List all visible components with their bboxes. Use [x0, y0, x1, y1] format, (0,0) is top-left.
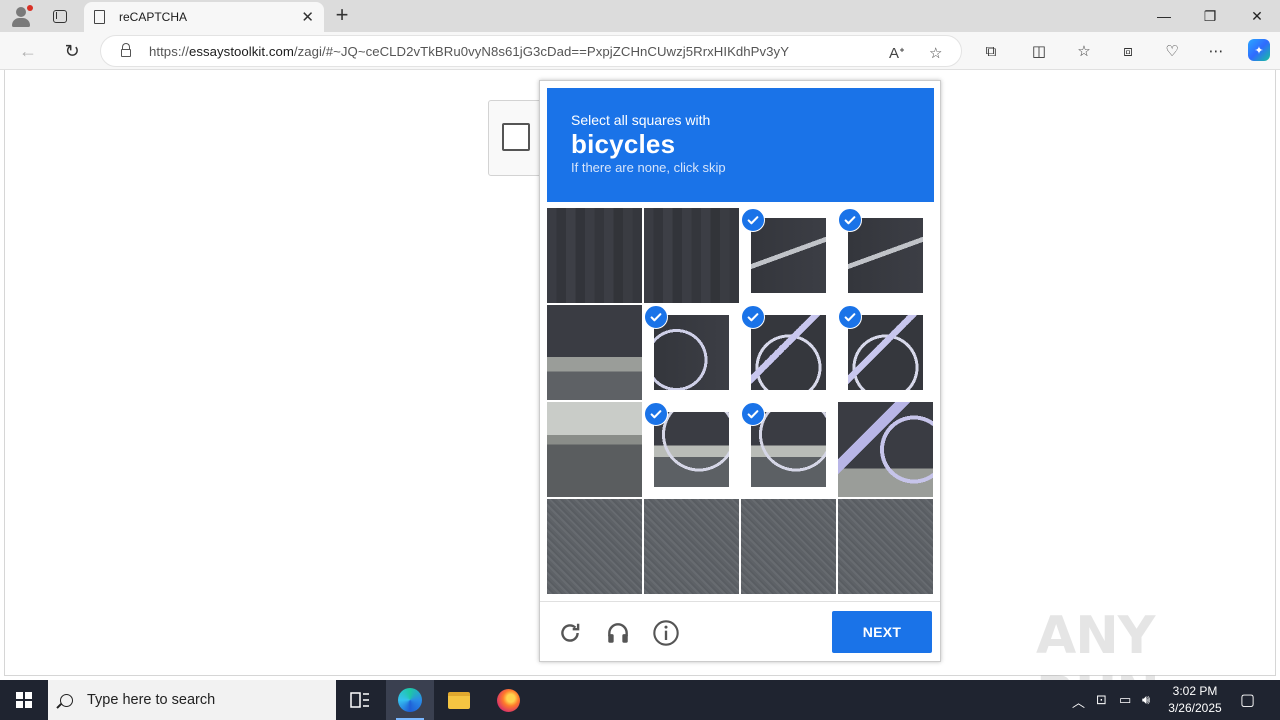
checkmark-icon [741, 402, 765, 426]
tile-image [848, 218, 923, 293]
tile-image [751, 412, 826, 487]
collections-icon[interactable]: ⧈ [1118, 41, 1138, 61]
tab-strip: reCAPTCHA ✕ + — ❐ ✕ [0, 0, 1280, 32]
back-button[interactable]: ← [14, 37, 42, 65]
tile-image [547, 402, 642, 497]
captcha-tile[interactable] [741, 402, 836, 497]
recaptcha-challenge: Select all squares with bicycles If ther… [539, 80, 941, 662]
split-screen-icon[interactable]: ◫ [1029, 41, 1049, 61]
info-icon[interactable] [652, 619, 680, 647]
extensions-icon[interactable]: ⧉ [981, 41, 1001, 61]
checkmark-icon [644, 305, 668, 329]
firefox-icon[interactable] [484, 680, 532, 720]
captcha-tile[interactable] [644, 499, 739, 594]
tile-image [751, 315, 826, 390]
edge-taskbar-icon[interactable] [386, 680, 434, 720]
refresh-button[interactable]: ↻ [58, 37, 86, 65]
address-bar[interactable]: https://essaystoolkit.com/zagi/#~JQ~ceCL… [100, 35, 962, 67]
favorites-icon[interactable]: ☆ [1074, 41, 1094, 61]
page-icon [94, 10, 105, 24]
clock-time: 3:02 PM [1172, 684, 1218, 698]
taskbar: Type here to search ︿ ⊡ ▭ 🔊︎ 3:02 PM 3/2… [0, 680, 1280, 720]
tile-image [654, 315, 729, 390]
checkmark-icon [741, 208, 765, 232]
tab-title: reCAPTCHA [119, 10, 188, 24]
checkmark-icon [838, 208, 862, 232]
more-menu-icon[interactable]: ⋯ [1206, 41, 1226, 61]
tile-image [741, 499, 836, 594]
tile-image [751, 218, 826, 293]
url-text: https://essaystoolkit.com/zagi/#~JQ~ceCL… [149, 43, 790, 59]
restore-button[interactable]: ❐ [1187, 0, 1233, 32]
tab-close-icon[interactable]: ✕ [301, 8, 314, 26]
task-view-icon[interactable] [336, 680, 384, 720]
taskbar-search[interactable]: Type here to search [48, 680, 336, 720]
captcha-tile[interactable] [547, 499, 642, 594]
clock[interactable]: 3:02 PM 3/26/2025 [1160, 683, 1230, 717]
meet-now-icon[interactable]: ⊡ [1096, 692, 1107, 708]
start-button[interactable] [0, 680, 48, 720]
reload-icon[interactable] [556, 619, 584, 647]
captcha-tile[interactable] [741, 499, 836, 594]
captcha-tile[interactable] [547, 402, 642, 497]
close-window-button[interactable]: ✕ [1234, 0, 1280, 32]
clock-date: 3/26/2025 [1168, 701, 1222, 715]
headphones-icon[interactable] [604, 619, 632, 647]
captcha-tile[interactable] [644, 402, 739, 497]
tile-image [838, 402, 933, 497]
search-placeholder: Type here to search [87, 692, 216, 708]
show-hidden-icons[interactable]: ︿ [1072, 692, 1085, 711]
favorite-star-icon[interactable]: ☆ [929, 44, 942, 62]
tab-recaptcha[interactable]: reCAPTCHA ✕ [84, 2, 324, 32]
captcha-tile[interactable] [644, 208, 739, 303]
notifications-icon[interactable]: ▢ [1240, 690, 1255, 710]
tab-actions-icon[interactable] [42, 0, 78, 32]
captcha-tile[interactable] [741, 208, 836, 303]
image-grid [547, 208, 934, 595]
tile-image [547, 208, 642, 303]
recaptcha-checkbox[interactable] [502, 123, 530, 151]
new-tab-button[interactable]: + [330, 3, 354, 29]
next-button[interactable]: NEXT [832, 611, 932, 653]
instruction-text: Select all squares with [571, 112, 711, 128]
checkmark-icon [838, 305, 862, 329]
captcha-tile[interactable] [644, 305, 739, 400]
network-icon[interactable]: ▭ [1119, 692, 1131, 708]
checkmark-icon [644, 402, 668, 426]
tile-image [547, 305, 642, 400]
captcha-tile[interactable] [838, 305, 933, 400]
challenge-header: Select all squares with bicycles If ther… [547, 88, 934, 202]
recaptcha-anchor [488, 100, 542, 176]
tile-image [848, 315, 923, 390]
checkmark-icon [741, 305, 765, 329]
captcha-tile[interactable] [838, 208, 933, 303]
tile-image [654, 412, 729, 487]
search-icon [60, 693, 73, 707]
tile-image [547, 499, 642, 594]
captcha-tile[interactable] [547, 305, 642, 400]
file-explorer-icon[interactable] [435, 680, 483, 720]
tile-image [644, 208, 739, 303]
volume-icon[interactable]: 🔊︎ [1142, 692, 1150, 708]
skip-hint: If there are none, click skip [571, 160, 726, 175]
browser-essentials-icon[interactable]: ♡ [1162, 41, 1182, 61]
target-object: bicycles [571, 129, 676, 159]
lock-icon [121, 43, 131, 57]
browser-toolbar: ← ↻ https://essaystoolkit.com/zagi/#~JQ~… [0, 32, 1280, 70]
tile-image [644, 499, 739, 594]
divider [540, 601, 940, 602]
read-aloud-icon[interactable]: A͏ᐩ [889, 44, 905, 62]
captcha-tile[interactable] [838, 499, 933, 594]
profile-icon[interactable] [0, 0, 34, 32]
minimize-button[interactable]: — [1141, 0, 1187, 32]
tile-image [838, 499, 933, 594]
captcha-tile[interactable] [741, 305, 836, 400]
windows-icon [16, 692, 32, 708]
captcha-tile[interactable] [838, 402, 933, 497]
captcha-tile[interactable] [547, 208, 642, 303]
copilot-icon[interactable]: ✦ [1248, 39, 1270, 61]
